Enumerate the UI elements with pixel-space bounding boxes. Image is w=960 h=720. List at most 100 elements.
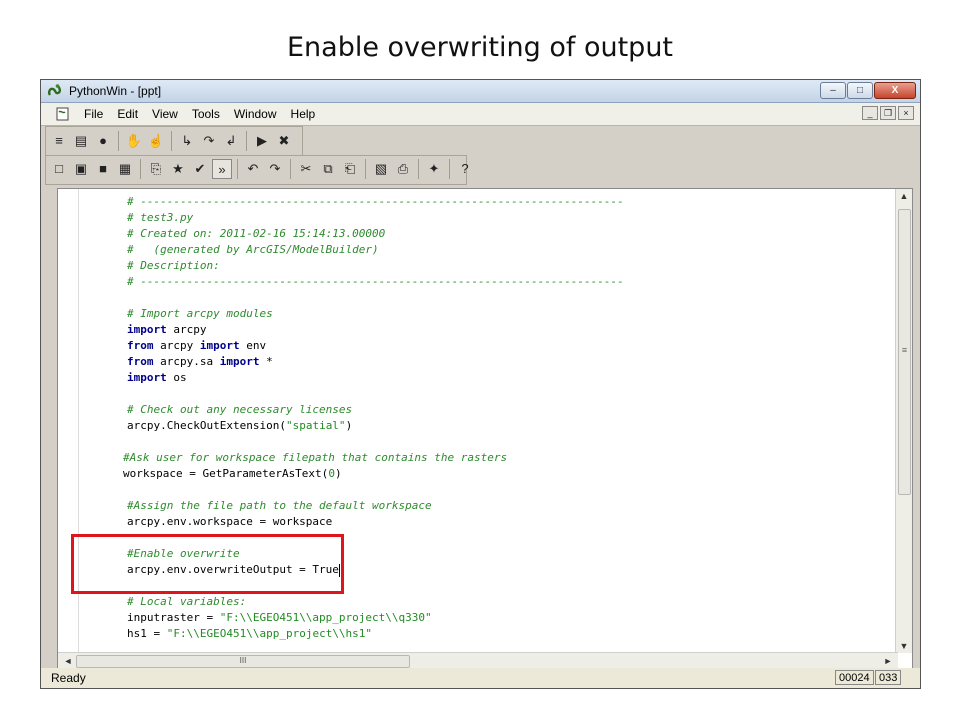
open-folder-icon[interactable]: ▣ <box>71 159 91 179</box>
standard-toolbar: □ ▣ ■ ▦ ⎘ ★ ✔» ↶ ↷ ✂ ⧉ ⎗ ▧ ⎙ ✦? <box>49 157 475 181</box>
scroll-up-icon[interactable]: ▲ <box>896 191 912 201</box>
save-all-icon[interactable]: ▦ <box>115 159 135 179</box>
hand-cursor-icon[interactable]: ☝ <box>146 131 166 151</box>
code-line[interactable]: arcpy.env.workspace = workspace <box>127 514 332 530</box>
code-line[interactable]: from arcpy import env <box>127 338 266 354</box>
paste-icon[interactable]: ⎗ <box>340 159 360 179</box>
mdi-controls: _ ❐ × <box>862 106 914 120</box>
code-line[interactable]: # Local variables: <box>127 594 246 610</box>
python-icon[interactable]: ✦ <box>424 159 444 179</box>
editor-gutter <box>58 189 79 669</box>
code-token: # test3.py <box>127 211 194 224</box>
menu-window[interactable]: Window <box>227 107 284 121</box>
code-token: os <box>166 371 187 384</box>
new-file-icon[interactable]: □ <box>49 159 69 179</box>
whitespace-icon[interactable]: » <box>212 159 232 179</box>
code-line[interactable]: #Ask user for workspace filepath that co… <box>123 450 507 466</box>
copy-format-icon[interactable]: ⎘ <box>146 159 166 179</box>
code-token: # Description: <box>127 259 220 272</box>
code-token: arcpy <box>166 323 207 336</box>
code-line[interactable]: # Description: <box>127 258 220 274</box>
code-token: "F:\\EGEO451\\app_project\\q330" <box>219 611 432 624</box>
save-icon[interactable]: ■ <box>93 159 113 179</box>
mdi-restore-button[interactable]: ❐ <box>880 106 896 120</box>
mdi-close-button[interactable]: × <box>898 106 914 120</box>
toolbar-separator <box>449 159 450 179</box>
code-token: # Check out any necessary licenses <box>127 403 353 416</box>
code-line[interactable]: hs1 = "F:\\EGEO451\\app_project\\hs1" <box>127 626 372 642</box>
menu-view[interactable]: View <box>145 107 185 121</box>
undo-icon[interactable]: ↶ <box>243 159 263 179</box>
code-token: inputraster = <box>127 611 220 624</box>
code-token: 0 <box>328 467 335 480</box>
document-icon[interactable] <box>55 106 71 122</box>
breakpoint-icon[interactable]: ● <box>93 131 113 151</box>
run-icon[interactable]: ▶ <box>252 131 272 151</box>
redo-icon[interactable]: ↷ <box>265 159 285 179</box>
scroll-right-icon[interactable]: ► <box>880 656 896 666</box>
horizontal-scrollbar[interactable]: ◄ III ► <box>58 652 898 669</box>
step-over-icon[interactable]: ↷ <box>199 131 219 151</box>
code-token: # --------------------------------------… <box>127 275 624 288</box>
copy-icon[interactable]: ⧉ <box>318 159 338 179</box>
code-token: from <box>127 339 154 352</box>
menu-edit[interactable]: Edit <box>110 107 145 121</box>
run-script-icon[interactable]: ★ <box>168 159 188 179</box>
code-token: import <box>127 371 167 384</box>
code-line[interactable]: # Check out any necessary licenses <box>127 402 352 418</box>
print-preview-icon[interactable]: ▧ <box>371 159 391 179</box>
code-token: * <box>259 355 273 368</box>
maximize-button[interactable]: □ <box>847 82 873 99</box>
code-editor[interactable]: # --------------------------------------… <box>57 188 913 670</box>
code-line[interactable]: # (generated by ArcGIS/ModelBuilder) <box>127 242 379 258</box>
code-token: #Assign the file path to the default wor… <box>127 499 432 512</box>
code-line[interactable]: workspace = GetParameterAsText(0) <box>123 466 342 482</box>
code-line[interactable]: # Import arcpy modules <box>127 306 273 322</box>
code-line[interactable]: # --------------------------------------… <box>127 194 624 210</box>
help-icon[interactable]: ? <box>455 159 475 179</box>
menu-tools[interactable]: Tools <box>185 107 227 121</box>
code-token: env <box>239 339 267 352</box>
code-line[interactable]: #Assign the file path to the default wor… <box>127 498 432 514</box>
status-text: Ready <box>51 671 86 685</box>
code-token: # Created on: 2011-02-16 15:14:13.00000 <box>127 227 386 240</box>
menu-file[interactable]: File <box>77 107 110 121</box>
code-token: arcpy.env.workspace = workspace <box>127 515 333 528</box>
code-line[interactable]: # Created on: 2011-02-16 15:14:13.00000 <box>127 226 385 242</box>
title-bar[interactable]: PythonWin - [ppt] – □ X <box>41 80 920 103</box>
code-line[interactable]: inputraster = "F:\\EGEO451\\app_project\… <box>127 610 432 626</box>
cut-icon[interactable]: ✂ <box>296 159 316 179</box>
menu-help[interactable]: Help <box>284 107 323 121</box>
mdi-minimize-button[interactable]: _ <box>862 106 878 120</box>
status-bar: Ready 00024 033 <box>41 668 920 688</box>
scroll-down-icon[interactable]: ▼ <box>896 641 912 651</box>
close-button[interactable]: X <box>874 82 916 99</box>
toolbar-separator <box>290 159 291 179</box>
step-out-icon[interactable]: ↲ <box>221 131 241 151</box>
minimize-button[interactable]: – <box>820 82 846 99</box>
hand-icon[interactable]: ✋ <box>124 131 144 151</box>
pythonwin-window: PythonWin - [ppt] – □ X File Edit View Tool… <box>40 79 921 689</box>
code-token: import <box>219 355 260 368</box>
vertical-scrollbar[interactable]: ▲ ≡ ▼ <box>895 189 912 653</box>
code-line[interactable]: import os <box>127 370 187 386</box>
code-token: arcpy.sa <box>153 355 220 368</box>
watch-icon[interactable]: ≡ <box>49 131 69 151</box>
code-token: "F:\\EGEO451\\app_project\\hs1" <box>166 627 373 640</box>
code-line[interactable]: from arcpy.sa import * <box>127 354 273 370</box>
step-into-icon[interactable]: ↳ <box>177 131 197 151</box>
vertical-scroll-thumb[interactable]: ≡ <box>898 209 911 495</box>
code-token: hs1 = <box>127 627 167 640</box>
code-line[interactable]: # --------------------------------------… <box>127 274 624 290</box>
list-icon[interactable]: ▤ <box>71 131 91 151</box>
code-token: ) <box>334 467 342 480</box>
check-icon[interactable]: ✔ <box>190 159 210 179</box>
code-line[interactable]: # test3.py <box>127 210 193 226</box>
code-line[interactable]: arcpy.CheckOutExtension("spatial") <box>127 418 352 434</box>
toolbar-separator <box>171 131 172 151</box>
horizontal-scroll-thumb[interactable]: III <box>76 655 410 668</box>
print-icon[interactable]: ⎙ <box>393 159 413 179</box>
code-line[interactable]: import arcpy <box>127 322 207 338</box>
stop-debug-icon[interactable]: ✖ <box>274 131 294 151</box>
scroll-left-icon[interactable]: ◄ <box>60 656 76 666</box>
